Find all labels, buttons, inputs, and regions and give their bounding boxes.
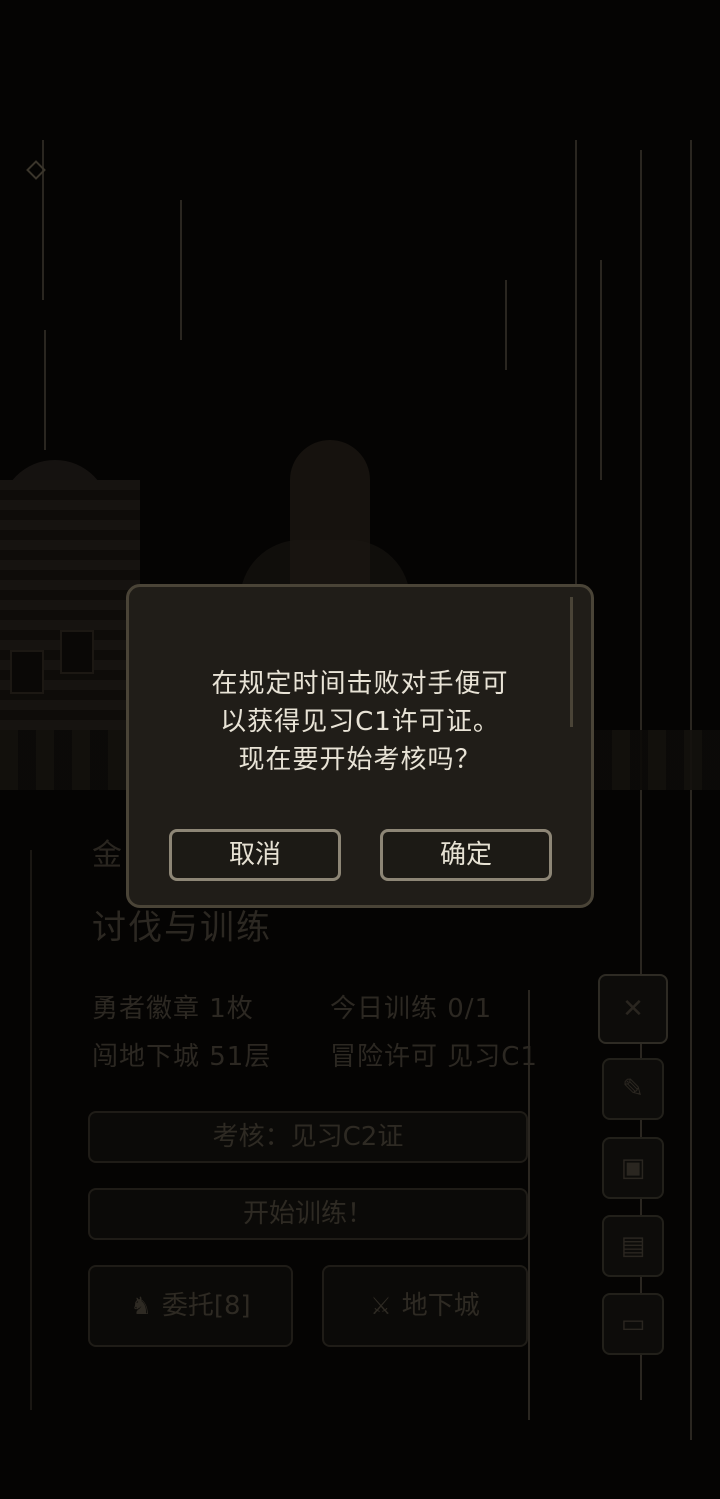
knight-icon: ♞: [130, 1292, 152, 1320]
building-window: [60, 630, 94, 674]
computer-icon: ▭: [620, 1309, 646, 1339]
dungeon-button[interactable]: ⚔ 地下城: [322, 1265, 528, 1347]
rain-streak: [180, 200, 182, 340]
dialog-message-line2: 以获得见习C1许可证。: [220, 707, 500, 737]
side-menu-swords[interactable]: ✕: [598, 974, 668, 1044]
confirm-dialog: 在规定时间击败对手便可 以获得见习C1许可证。 现在要开始考核吗？ 取消 确定: [126, 584, 594, 908]
dialog-message: 在规定时间击败对手便可 以获得见习C1许可证。 现在要开始考核吗？: [129, 665, 591, 779]
adventure-license-stat: 冒险许可 见习C1: [330, 1042, 538, 1072]
game-screen: 金 讨伐与训练 勇者徽章 1枚 今日训练 0/1 闯地下城 51层 冒险许可 见…: [0, 0, 720, 1499]
dungeon-label: 地下城: [401, 1291, 480, 1321]
side-menu-quill[interactable]: ✎: [602, 1058, 664, 1120]
side-menu-computer[interactable]: ▭: [602, 1293, 664, 1355]
rain-streak: [505, 280, 507, 370]
today-training-stat: 今日训练 0/1: [330, 994, 493, 1024]
commission-button[interactable]: ♞ 委托[8]: [88, 1265, 293, 1347]
commission-label: 委托[8]: [161, 1291, 251, 1321]
scroll-map-icon: ▣: [620, 1153, 646, 1183]
cancel-button[interactable]: 取消: [169, 829, 341, 881]
dialog-message-line3: 现在要开始考核吗？: [238, 745, 482, 775]
dialog-message-line1: 在规定时间击败对手便可: [211, 669, 509, 699]
exam-button[interactable]: 考核：见习C2证: [88, 1111, 528, 1163]
sword-icon: ⚔: [370, 1292, 392, 1320]
dungeon-floor-stat: 闯地下城 51层: [92, 1042, 272, 1072]
hero-badge-stat: 勇者徽章 1枚: [92, 994, 254, 1024]
swords-icon: ✕: [622, 994, 644, 1024]
confirm-button[interactable]: 确定: [380, 829, 552, 881]
rain-streak: [42, 140, 44, 300]
side-menu-map[interactable]: ▣: [602, 1137, 664, 1199]
quill-icon: ✎: [622, 1074, 644, 1104]
building-window: [10, 650, 44, 694]
document-icon: ▤: [620, 1231, 646, 1261]
side-menu-document[interactable]: ▤: [602, 1215, 664, 1277]
panel-border: [30, 850, 32, 1410]
start-training-button[interactable]: 开始训练！: [88, 1188, 528, 1240]
gold-label: 金: [92, 838, 122, 873]
